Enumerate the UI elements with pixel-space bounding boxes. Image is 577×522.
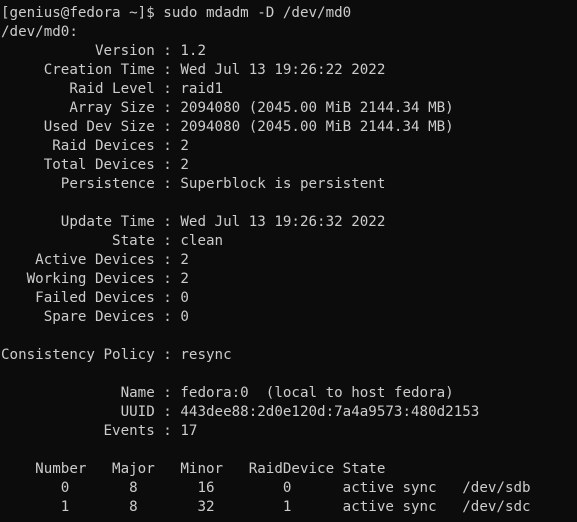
output-consistency-policy: Consistency Policy : resync	[1, 347, 232, 363]
output-total-devices: Total Devices : 2	[1, 157, 189, 173]
output-persistence: Persistence : Superblock is persistent	[1, 176, 386, 192]
prompt-command-line: [genius@fedora ~]$ sudo mdadm -D /dev/md…	[1, 5, 352, 21]
output-creation-time: Creation Time : Wed Jul 13 19:26:22 2022	[1, 62, 386, 78]
device-table-row: 1 8 32 1 active sync /dev/sdc	[1, 499, 531, 515]
output-used-dev-size: Used Dev Size : 2094080 (2045.00 MiB 214…	[1, 119, 454, 135]
output-update-time: Update Time : Wed Jul 13 19:26:32 2022	[1, 214, 386, 230]
output-blank-line	[1, 441, 577, 460]
output-blank-line	[1, 327, 577, 346]
device-table-row: 0 8 16 0 active sync /dev/sdb	[1, 480, 531, 496]
terminal-window[interactable]: [genius@fedora ~]$ sudo mdadm -D /dev/md…	[0, 0, 577, 522]
output-state: State : clean	[1, 233, 224, 249]
output-raid-level: Raid Level : raid1	[1, 81, 224, 97]
output-blank-line	[1, 365, 577, 384]
output-blank-line	[1, 194, 577, 213]
output-spare-devices: Spare Devices : 0	[1, 309, 189, 325]
output-array-size: Array Size : 2094080 (2045.00 MiB 2144.3…	[1, 100, 454, 116]
output-working-devices: Working Devices : 2	[1, 271, 189, 287]
output-device-header: /dev/md0:	[1, 24, 78, 40]
output-failed-devices: Failed Devices : 0	[1, 290, 189, 306]
output-version: Version : 1.2	[1, 43, 206, 59]
output-name: Name : fedora:0 (local to host fedora)	[1, 385, 454, 401]
device-table-header: Number Major Minor RaidDevice State	[1, 461, 386, 477]
output-uuid: UUID : 443dee88:2d0e120d:7a4a9573:480d21…	[1, 404, 480, 420]
output-events: Events : 17	[1, 423, 198, 439]
output-raid-devices: Raid Devices : 2	[1, 138, 189, 154]
output-active-devices: Active Devices : 2	[1, 252, 189, 268]
